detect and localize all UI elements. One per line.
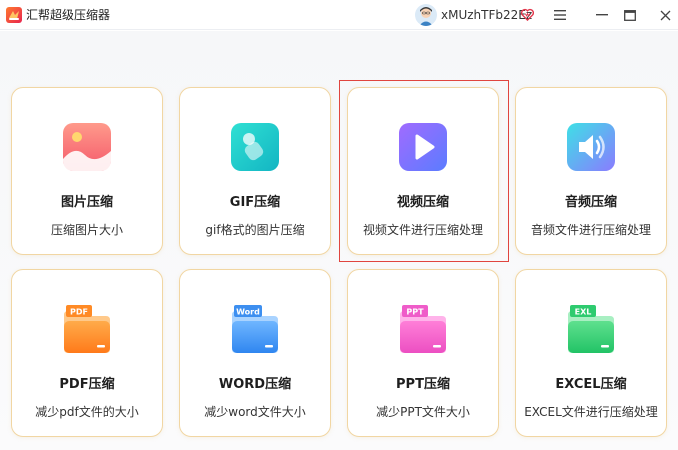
excel-tag: EXL <box>575 308 592 317</box>
username-label[interactable]: xMUzhTFb22Ez <box>441 8 532 23</box>
image-icon <box>63 123 111 171</box>
audio-icon <box>567 123 615 171</box>
tool-grid: 图片压缩 压缩图片大小 GIF压缩 gif格式的图片压缩 视频压缩 视频文件进行… <box>0 31 678 450</box>
tool-name: PPT压缩 <box>396 377 450 392</box>
tool-desc: 视频文件进行压缩处理 <box>362 223 483 237</box>
tool-card-gif[interactable]: GIF压缩 gif格式的图片压缩 <box>179 87 331 255</box>
vip-heart-icon[interactable] <box>521 8 534 21</box>
maximize-button[interactable] <box>618 4 642 26</box>
tool-name: 视频压缩 <box>396 195 449 210</box>
tool-desc: EXCEL文件进行压缩处理 <box>524 405 658 419</box>
tool-desc: 减少pdf文件的大小 <box>35 405 139 419</box>
ppt-icon: PPT <box>400 305 446 353</box>
menu-icon <box>554 10 566 20</box>
ppt-tag: PPT <box>406 308 424 317</box>
tool-card-pdf[interactable]: PDF PDF压缩 减少pdf文件的大小 <box>11 269 163 437</box>
tool-card-audio[interactable]: 音频压缩 音频文件进行压缩处理 <box>515 87 667 255</box>
pdf-tag: PDF <box>70 308 88 317</box>
tool-name: 音频压缩 <box>564 195 617 210</box>
close-icon <box>660 10 670 20</box>
video-icon <box>399 123 447 171</box>
tool-desc: 音频文件进行压缩处理 <box>530 223 651 237</box>
user-avatar[interactable] <box>415 4 437 26</box>
tool-card-excel[interactable]: EXL EXCEL压缩 EXCEL文件进行压缩处理 <box>515 269 667 437</box>
app-title: 汇帮超级压缩器 <box>26 8 111 22</box>
tool-desc: 减少word文件大小 <box>204 405 306 419</box>
tool-desc: 压缩图片大小 <box>50 223 123 237</box>
tool-card-word[interactable]: Word WORD压缩 减少word文件大小 <box>179 269 331 437</box>
tool-name: PDF压缩 <box>59 377 115 392</box>
close-button[interactable] <box>653 4 677 26</box>
app-logo-icon <box>6 7 22 23</box>
menu-button[interactable] <box>548 4 572 26</box>
tool-card-image[interactable]: 图片压缩 压缩图片大小 <box>11 87 163 255</box>
tool-desc: 减少PPT文件大小 <box>376 405 470 419</box>
tool-name: EXCEL压缩 <box>555 377 627 392</box>
title-bar: 汇帮超级压缩器 xMUzhTFb22Ez <box>0 0 678 30</box>
tool-name: 图片压缩 <box>60 195 113 210</box>
tool-card-ppt[interactable]: PPT PPT压缩 减少PPT文件大小 <box>347 269 499 437</box>
tool-card-video[interactable]: 视频压缩 视频文件进行压缩处理 <box>347 87 499 255</box>
minimize-button[interactable] <box>590 4 614 26</box>
word-icon: Word <box>232 305 278 353</box>
minimize-icon <box>596 14 608 16</box>
excel-icon: EXL <box>568 305 614 353</box>
tool-name: WORD压缩 <box>218 377 292 392</box>
gif-icon <box>231 123 279 171</box>
word-tag: Word <box>236 308 260 317</box>
tool-desc: gif格式的图片压缩 <box>205 223 305 237</box>
pdf-icon: PDF <box>64 305 110 353</box>
tool-name: GIF压缩 <box>229 195 281 210</box>
maximize-icon <box>624 9 636 21</box>
